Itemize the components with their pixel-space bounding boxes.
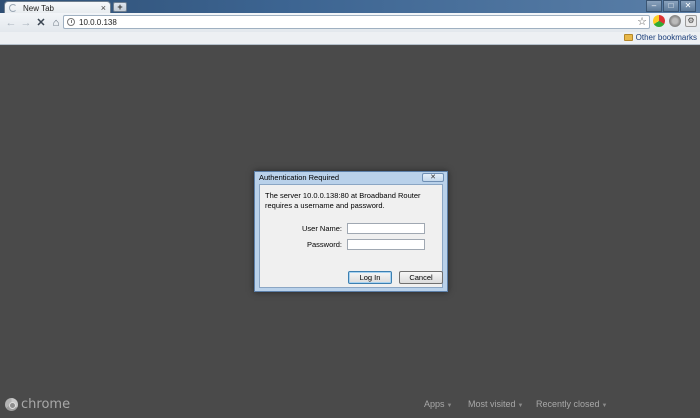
close-window-button[interactable]: ✕ (680, 0, 696, 12)
login-button[interactable]: Log In (348, 271, 392, 284)
apps-menu[interactable]: Apps ▼ (424, 399, 452, 412)
bookmarks-bar: Other bookmarks (0, 32, 700, 45)
dialog-title: Authentication Required (259, 173, 340, 182)
other-bookmarks-label: Other bookmarks (635, 33, 697, 42)
dialog-body: The server 10.0.0.138:80 at Broadband Ro… (259, 184, 443, 288)
url-text: 10.0.0.138 (79, 17, 117, 27)
extension-icons: ⚙ (653, 15, 697, 27)
most-visited-menu[interactable]: Most visited ▼ (468, 399, 523, 412)
home-icon[interactable]: ⌂ (49, 16, 63, 30)
password-input[interactable] (347, 239, 425, 250)
username-input[interactable] (347, 223, 425, 234)
recently-closed-label: Recently closed (536, 399, 600, 409)
chrome-logo-icon (5, 398, 18, 411)
window-titlebar: New Tab × + – □ ✕ (0, 0, 700, 14)
address-bar[interactable]: 10.0.0.138 ☆ (63, 15, 650, 29)
auth-dialog: Authentication Required ✕ The server 10.… (254, 171, 448, 292)
recently-closed-menu[interactable]: Recently closed ▼ (536, 399, 608, 412)
browser-toolbar: ← → ✕ ⌂ 10.0.0.138 ☆ ⚙ (0, 13, 700, 32)
maximize-button[interactable]: □ (663, 0, 679, 12)
star-icon[interactable]: ☆ (637, 16, 647, 28)
apps-label: Apps (424, 399, 445, 409)
extension-color-icon[interactable] (653, 15, 665, 27)
dialog-message: The server 10.0.0.138:80 at Broadband Ro… (265, 191, 421, 210)
most-visited-label: Most visited (468, 399, 516, 409)
forward-arrow-icon[interactable]: → (19, 16, 33, 30)
folder-icon (623, 34, 633, 41)
other-bookmarks-button[interactable]: Other bookmarks (623, 33, 697, 42)
chrome-logo-text: chrome (21, 397, 71, 412)
chevron-down-icon: ▼ (601, 403, 608, 409)
footer-links: Apps ▼ Most visited ▼ Recently closed ▼ (400, 399, 700, 411)
chevron-down-icon: ▼ (517, 403, 524, 409)
stop-icon[interactable]: ✕ (34, 16, 48, 30)
minimize-button[interactable]: – (646, 0, 662, 12)
chevron-down-icon: ▼ (446, 403, 453, 409)
window-controls: – □ ✕ (646, 0, 696, 12)
tab-title: New Tab (23, 3, 54, 13)
loading-spinner-icon (9, 4, 17, 12)
extension-grey-icon[interactable] (669, 15, 681, 27)
wrench-menu-icon[interactable]: ⚙ (685, 15, 697, 27)
page-info-icon[interactable] (67, 18, 75, 26)
password-label: Password: (306, 240, 342, 249)
username-label: User Name: (301, 224, 342, 233)
cancel-button[interactable]: Cancel (399, 271, 443, 284)
back-arrow-icon[interactable]: ← (4, 16, 18, 30)
new-tab-button[interactable]: + (113, 2, 127, 12)
chrome-logo: chrome (5, 397, 70, 412)
tab-close-icon[interactable]: × (101, 3, 106, 13)
dialog-close-icon[interactable]: ✕ (422, 173, 444, 182)
